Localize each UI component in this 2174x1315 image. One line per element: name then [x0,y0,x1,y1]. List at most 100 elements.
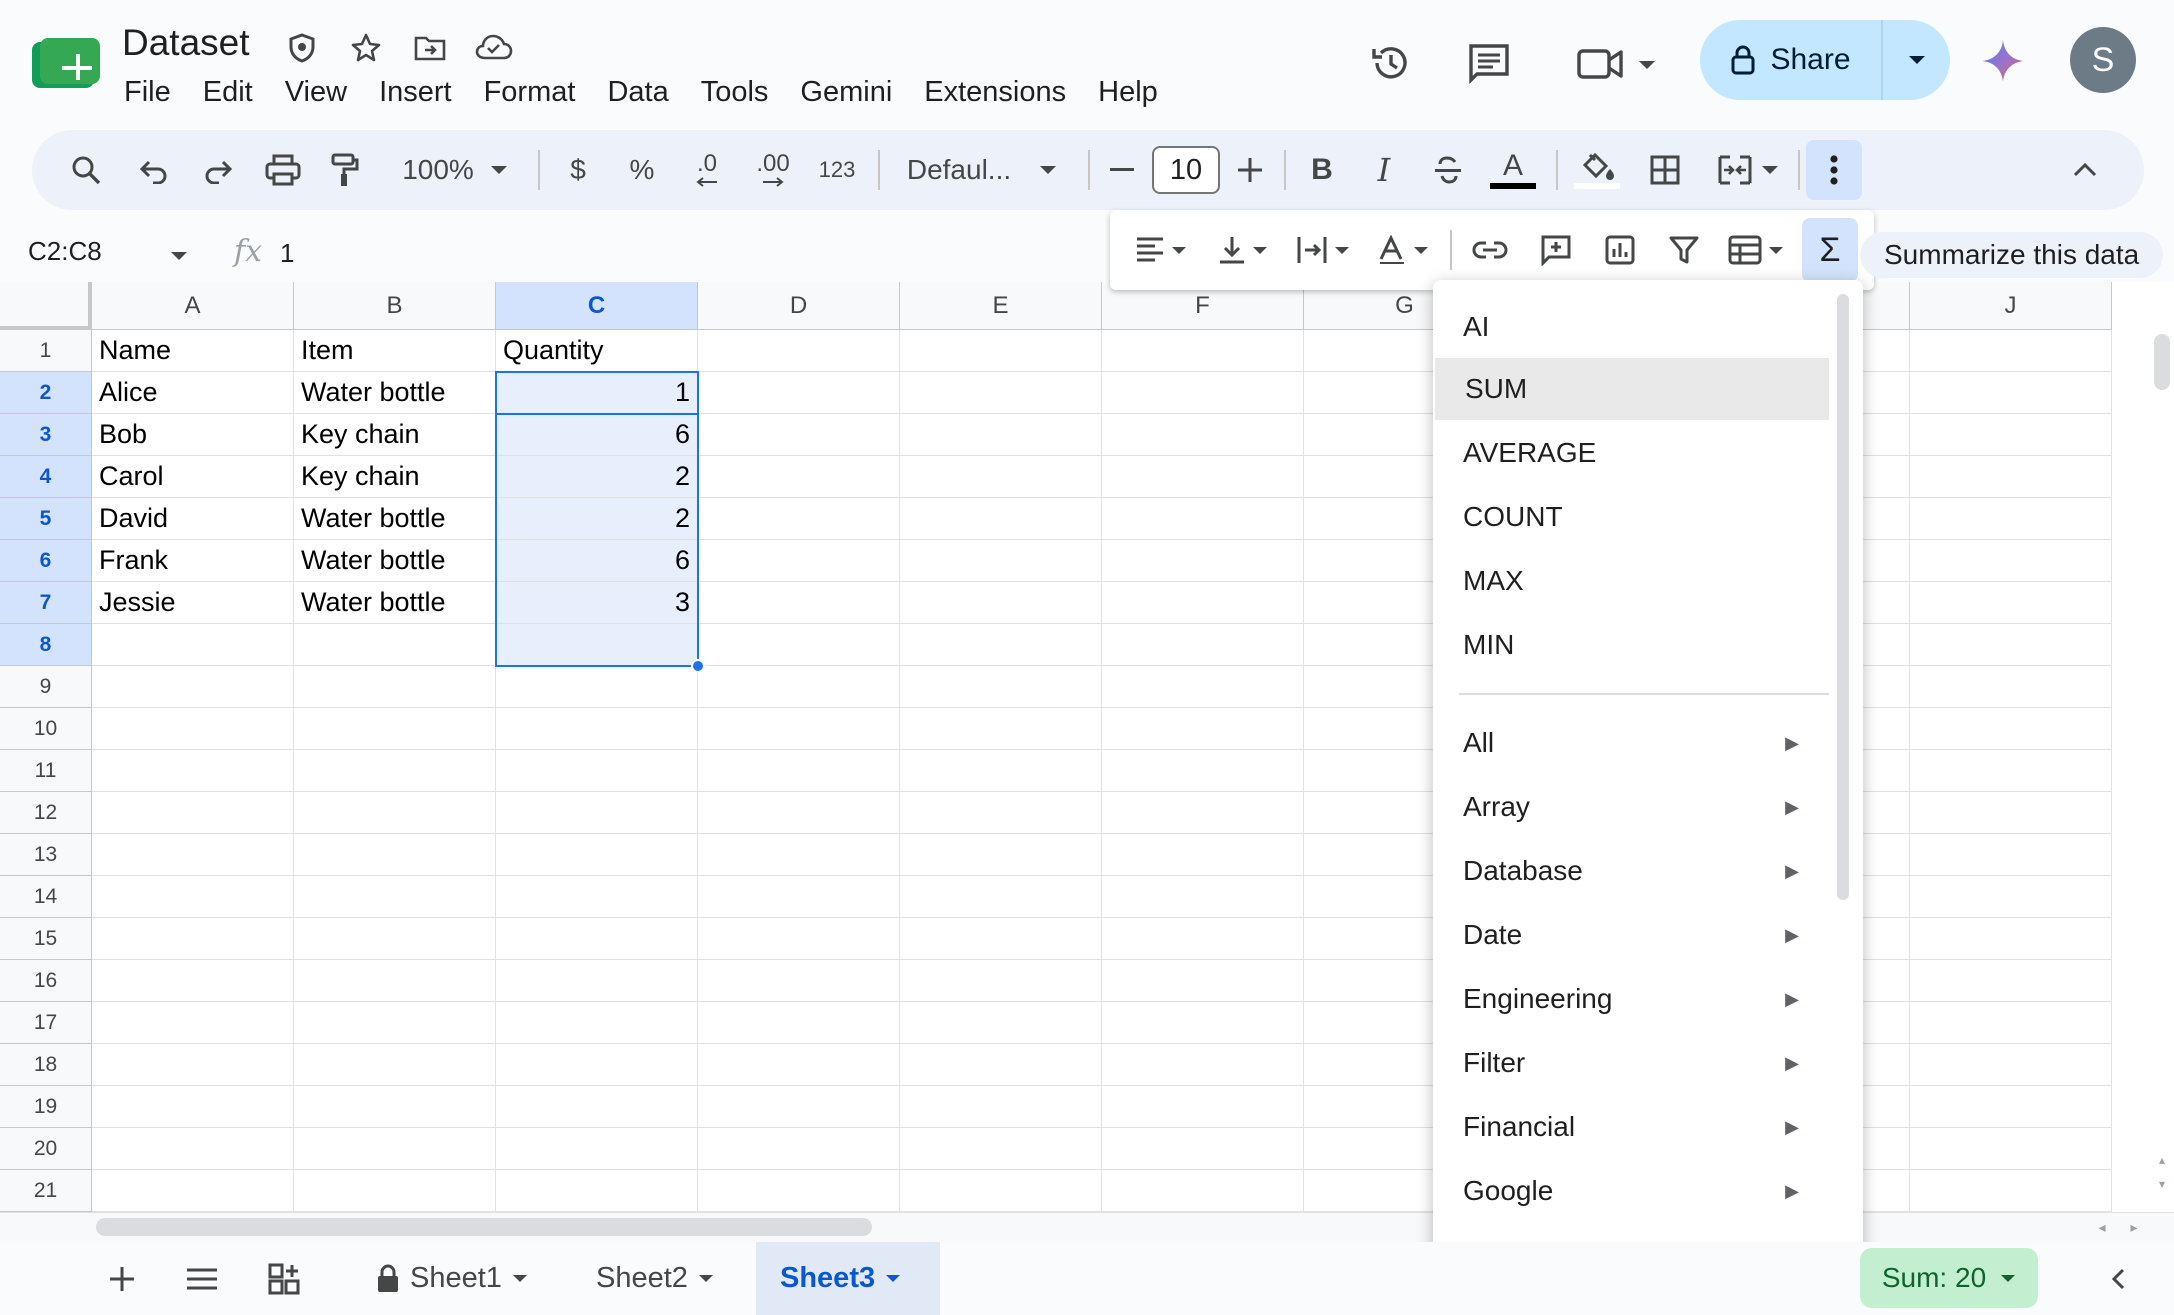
cell-d9[interactable] [698,666,900,708]
function-category-financial[interactable]: Financial ▶ [1433,1096,1829,1158]
cell-d7[interactable] [698,582,900,624]
menu-tools[interactable]: Tools [685,72,785,112]
cell-c18[interactable] [496,1044,698,1086]
cell-c13[interactable] [496,834,698,876]
cell-b2[interactable]: Water bottle [294,372,496,414]
undo-icon[interactable] [132,130,176,210]
cell-d16[interactable] [698,960,900,1002]
explore-sheets-icon[interactable] [260,1242,310,1315]
cell-a5[interactable]: David [92,498,294,540]
cell-d10[interactable] [698,708,900,750]
row-header-5[interactable]: 5 [0,498,92,540]
cell-c10[interactable] [496,708,698,750]
row-header-8[interactable]: 8 [0,624,92,666]
cell-d15[interactable] [698,918,900,960]
cell-b1[interactable]: Item [294,330,496,372]
text-wrapping-icon[interactable] [1290,210,1356,290]
cell-d3[interactable] [698,414,900,456]
cell-b8[interactable] [294,624,496,666]
cell-d11[interactable] [698,750,900,792]
cell-j2[interactable] [1910,372,2112,414]
print-icon[interactable] [258,130,308,210]
cell-c16[interactable] [496,960,698,1002]
cell-d18[interactable] [698,1044,900,1086]
account-avatar[interactable]: S [2070,27,2136,93]
sheet-tab-sheet1[interactable]: Sheet1 [352,1242,552,1315]
cell-c17[interactable] [496,1002,698,1044]
cell-a4[interactable]: Carol [92,456,294,498]
scroll-down-icon[interactable]: ▾ [2154,1174,2170,1194]
cell-b17[interactable] [294,1002,496,1044]
cell-e13[interactable] [900,834,1102,876]
function-category-engineering[interactable]: Engineering ▶ [1433,968,1829,1030]
cell-f3[interactable] [1102,414,1304,456]
cell-d8[interactable] [698,624,900,666]
cell-j8[interactable] [1910,624,2112,666]
row-header-17[interactable]: 17 [0,1002,92,1044]
row-header-6[interactable]: 6 [0,540,92,582]
cell-e10[interactable] [900,708,1102,750]
cell-j14[interactable] [1910,876,2112,918]
cell-c19[interactable] [496,1086,698,1128]
cell-j5[interactable] [1910,498,2112,540]
cell-b21[interactable] [294,1170,496,1212]
function-category-array[interactable]: Array ▶ [1433,776,1829,838]
cell-a9[interactable] [92,666,294,708]
cell-e15[interactable] [900,918,1102,960]
column-header-b[interactable]: B [294,282,496,330]
currency-format-button[interactable]: $ [556,130,600,210]
cell-a16[interactable] [92,960,294,1002]
horizontal-align-icon[interactable] [1126,210,1196,290]
cell-a19[interactable] [92,1086,294,1128]
fill-color-icon[interactable] [1572,130,1622,210]
summarize-this-data-chip[interactable]: Summarize this data [1860,232,2164,278]
cell-b19[interactable] [294,1086,496,1128]
row-header-19[interactable]: 19 [0,1086,92,1128]
cell-d14[interactable] [698,876,900,918]
cell-b11[interactable] [294,750,496,792]
function-max[interactable]: MAX [1433,550,1829,612]
cell-d21[interactable] [698,1170,900,1212]
cell-j17[interactable] [1910,1002,2112,1044]
bold-button[interactable]: B [1300,130,1344,210]
cell-f13[interactable] [1102,834,1304,876]
cell-e3[interactable] [900,414,1102,456]
row-header-2[interactable]: 2 [0,372,92,414]
cell-e6[interactable] [900,540,1102,582]
cell-j21[interactable] [1910,1170,2112,1212]
cell-a17[interactable] [92,1002,294,1044]
cell-e19[interactable] [900,1086,1102,1128]
cell-b4[interactable]: Key chain [294,456,496,498]
name-box[interactable]: C2:C8 [28,236,102,267]
cell-e14[interactable] [900,876,1102,918]
cell-c1[interactable]: Quantity [496,330,698,372]
cell-f4[interactable] [1102,456,1304,498]
text-color-button[interactable]: A [1488,130,1538,210]
cell-c9[interactable] [496,666,698,708]
cell-f11[interactable] [1102,750,1304,792]
scroll-left-icon[interactable]: ◂ [2092,1216,2112,1238]
function-sum[interactable]: SUM [1435,358,1829,420]
cell-d5[interactable] [698,498,900,540]
cell-f16[interactable] [1102,960,1304,1002]
cell-f12[interactable] [1102,792,1304,834]
cell-d1[interactable] [698,330,900,372]
row-header-3[interactable]: 3 [0,414,92,456]
increase-decimal-button[interactable]: .00 [746,130,800,210]
merge-cells-icon[interactable] [1708,130,1788,210]
function-category-date[interactable]: Date ▶ [1433,904,1829,966]
cell-e21[interactable] [900,1170,1102,1212]
insert-chart-icon[interactable] [1594,210,1646,290]
row-header-16[interactable]: 16 [0,960,92,1002]
cell-j10[interactable] [1910,708,2112,750]
add-sheet-icon[interactable] [100,1242,144,1315]
row-header-13[interactable]: 13 [0,834,92,876]
cell-j16[interactable] [1910,960,2112,1002]
more-formats-button[interactable]: 123 [812,130,862,210]
increase-font-size-icon[interactable] [1228,130,1272,210]
formula-input[interactable]: 1 [280,238,294,269]
font-size-field[interactable]: 10 [1150,130,1222,210]
fill-handle[interactable] [691,659,705,673]
cell-j15[interactable] [1910,918,2112,960]
collapse-toolbar-icon[interactable] [2060,130,2110,210]
